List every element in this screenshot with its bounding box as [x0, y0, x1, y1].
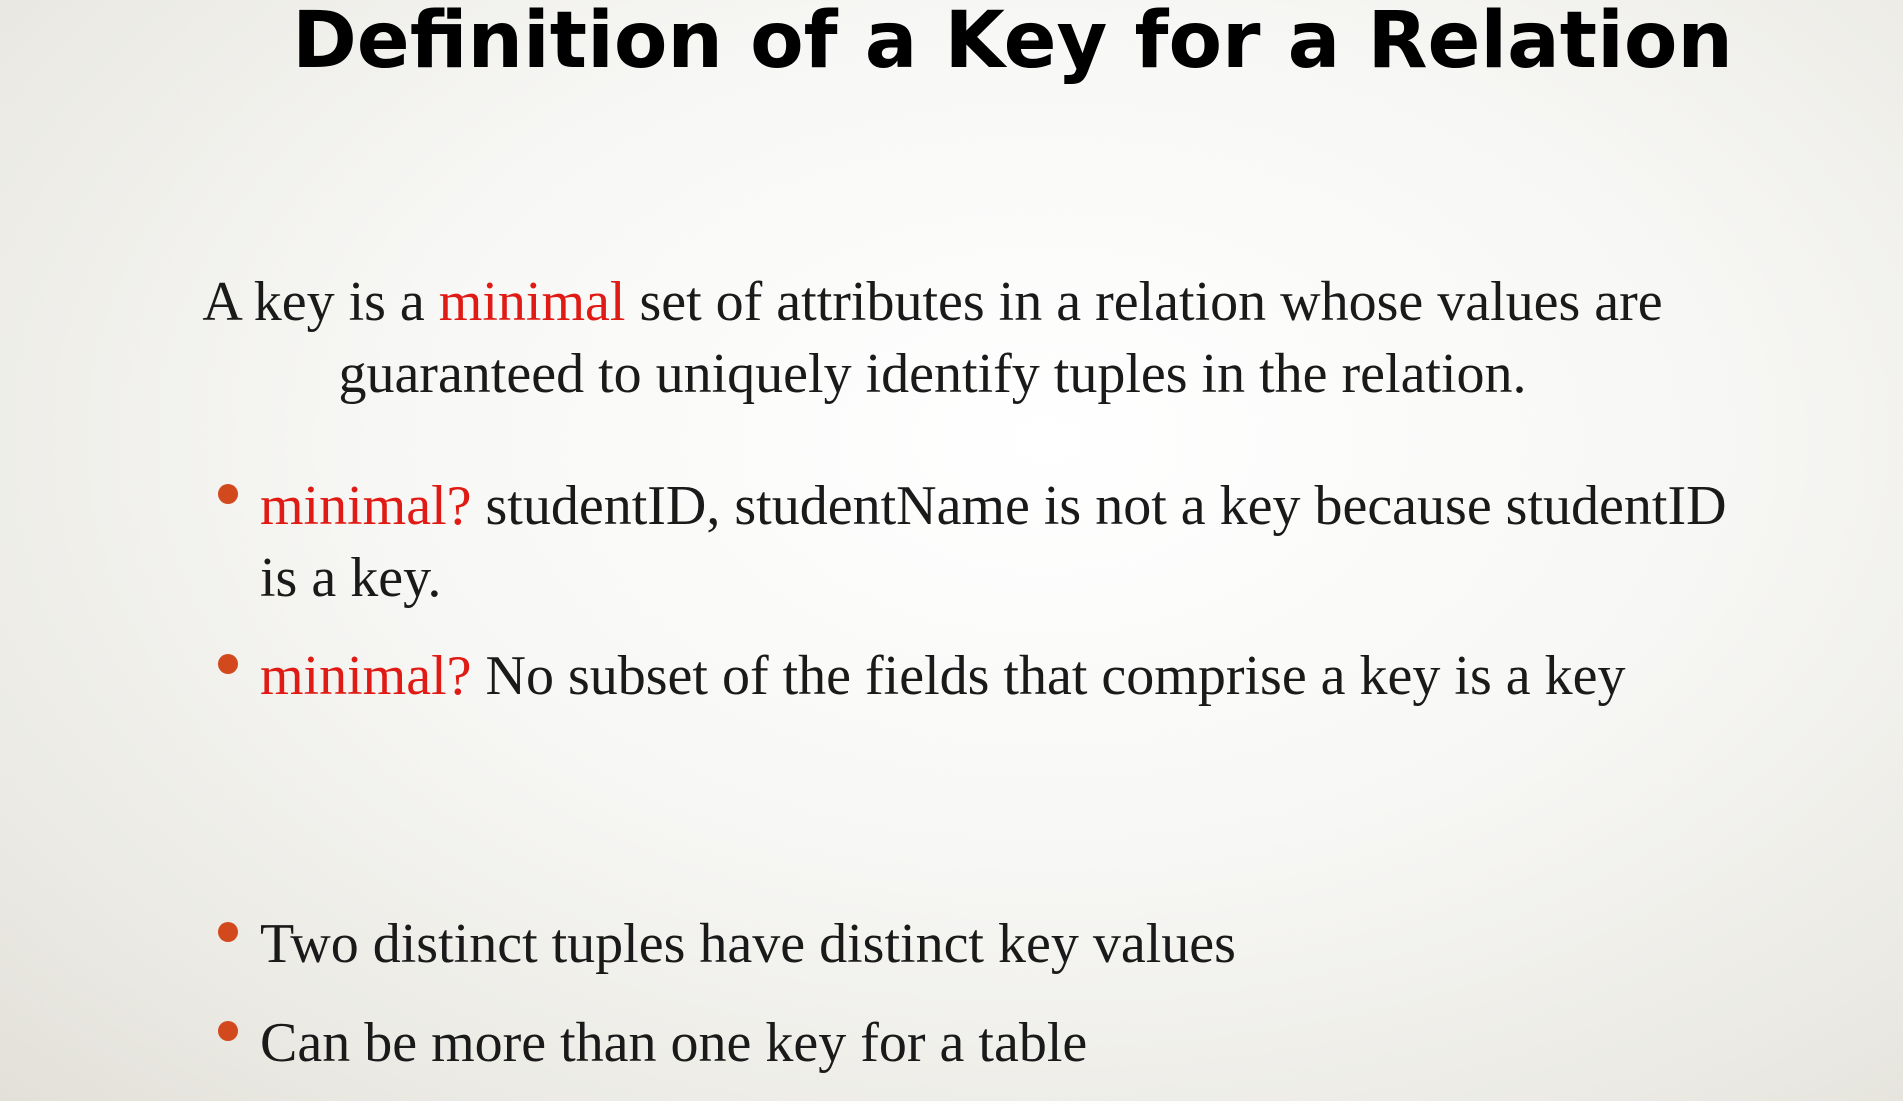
bullet-item: Two distinct tuples have distinct key va…	[218, 908, 1738, 980]
bullet-item: minimal? studentID, studentName is not a…	[218, 470, 1738, 614]
bullet-body: Can be more than one key for a table	[260, 1012, 1088, 1074]
bullet-body: Two distinct tuples have distinct key va…	[260, 913, 1236, 975]
bullet-text: minimal? No subset of the fields that co…	[260, 640, 1738, 712]
bullet-dot-icon	[218, 1021, 238, 1041]
slide: Definition of a Key for a Relation A key…	[0, 0, 1903, 1101]
bullet-item: minimal? No subset of the fields that co…	[218, 640, 1738, 712]
bullet-dot-icon	[218, 484, 238, 504]
bullet-dot-icon	[218, 654, 238, 674]
bullet-highlight: minimal?	[260, 645, 472, 707]
definition-paragraph: A key is a minimal set of attributes in …	[110, 266, 1755, 410]
bullet-text: Can be more than one key for a table	[260, 1007, 1738, 1079]
bullet-body: studentID, studentName is not a key beca…	[260, 475, 1727, 609]
bullet-highlight: minimal?	[260, 475, 472, 537]
bullet-dot-icon	[218, 922, 238, 942]
bullet-text: Two distinct tuples have distinct key va…	[260, 908, 1738, 980]
bullet-text: minimal? studentID, studentName is not a…	[260, 470, 1738, 614]
definition-highlight: minimal	[438, 271, 626, 333]
definition-text-before: A key is a	[202, 271, 439, 333]
slide-title: Definition of a Key for a Relation	[292, 0, 1733, 86]
bullet-body: No subset of the fields that comprise a …	[471, 645, 1626, 707]
bullet-item: Can be more than one key for a table	[218, 1007, 1738, 1079]
